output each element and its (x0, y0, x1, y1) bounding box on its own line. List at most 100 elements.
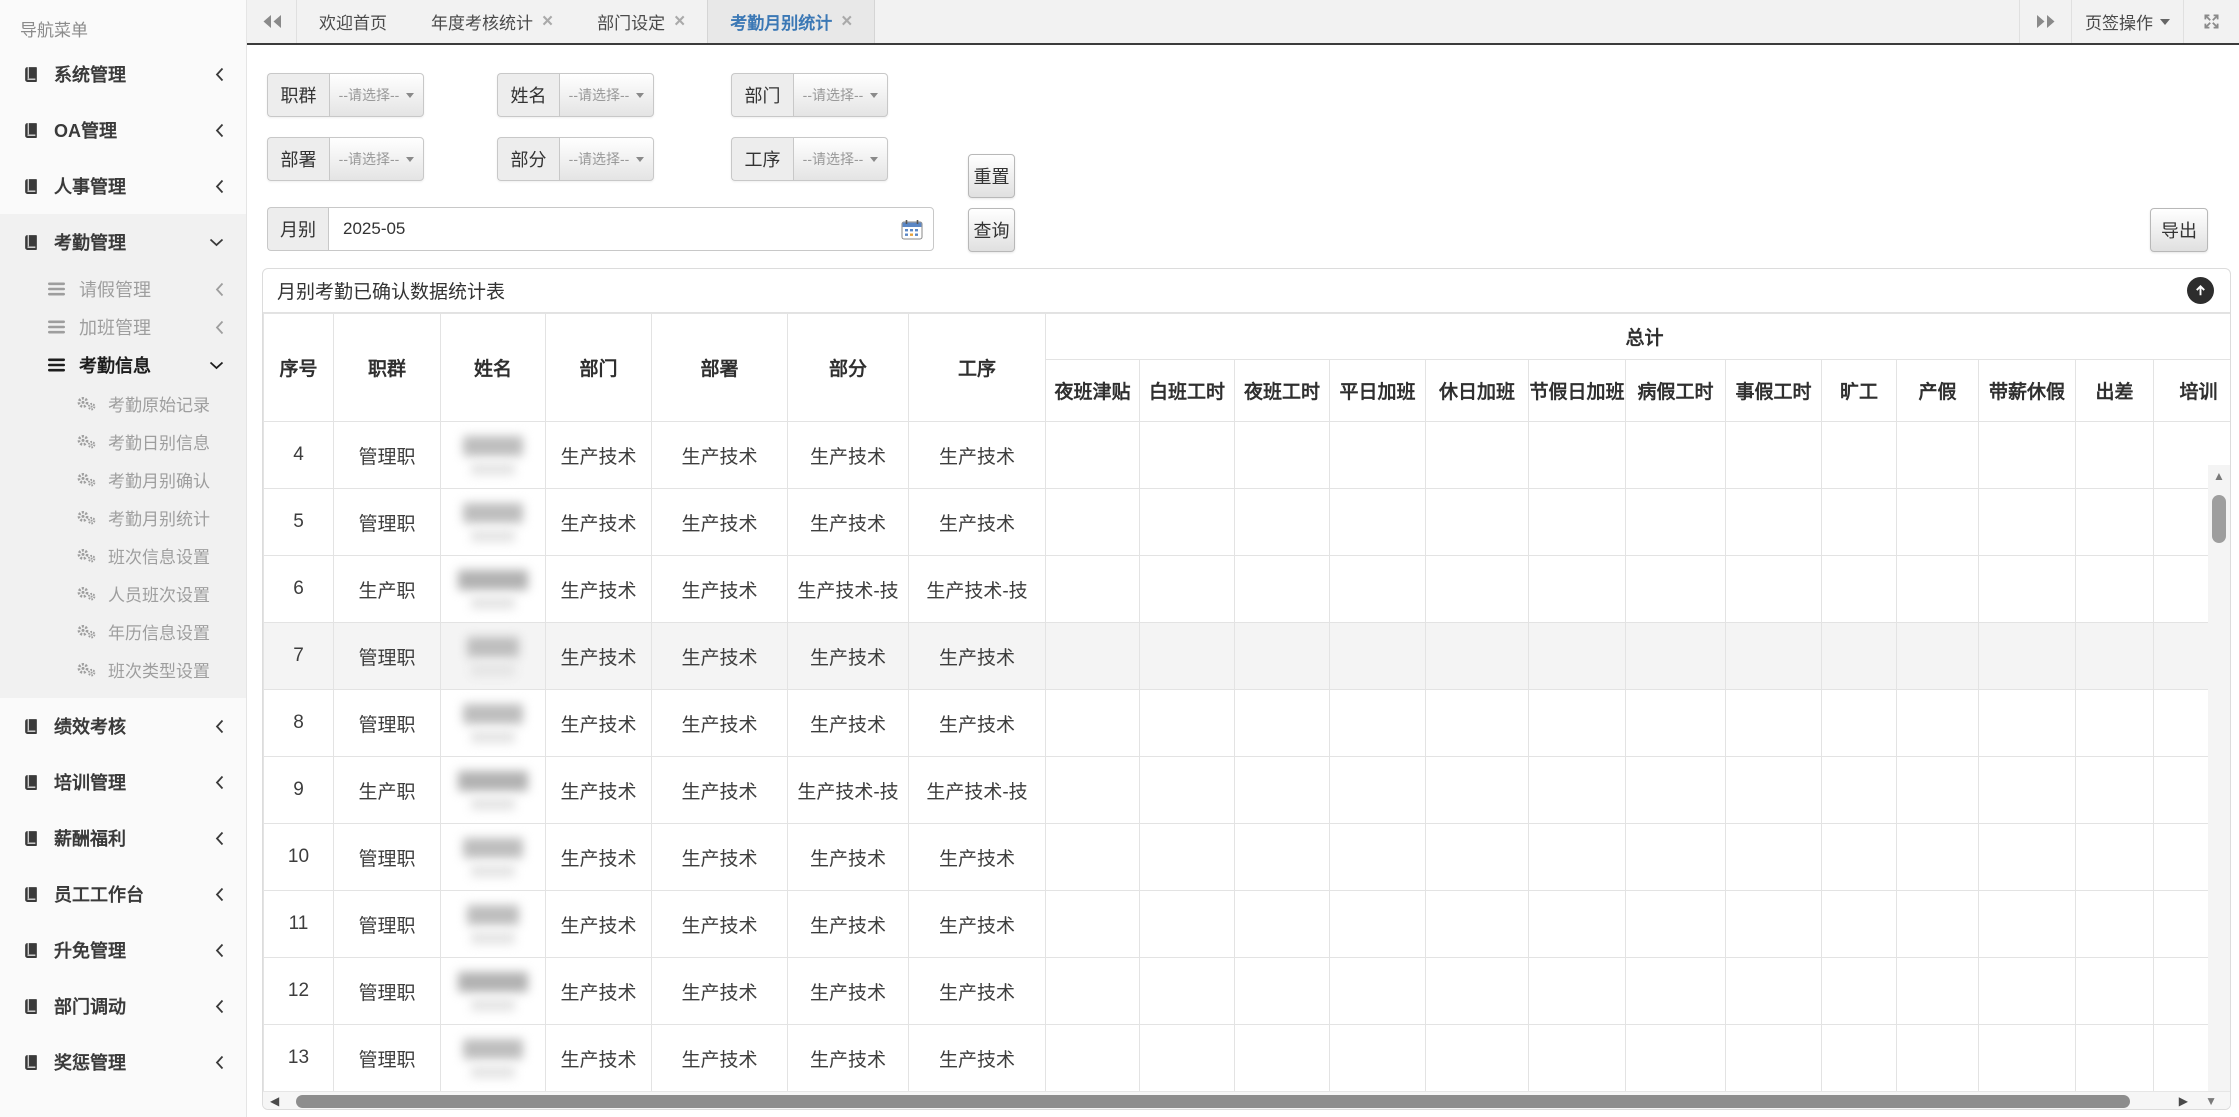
table-row[interactable]: 7管理职生产技术生产技术生产技术生产技术 (264, 623, 2231, 690)
tab[interactable]: 部门设定× (575, 0, 707, 43)
collapse-panel-button[interactable] (2187, 277, 2214, 304)
sidebar-item[interactable]: 考勤管理 (0, 214, 246, 270)
cell-process: 生产技术 (909, 958, 1046, 1025)
section-select-value: --请选择-- (569, 149, 630, 169)
cell-dept: 生产技术 (546, 891, 652, 958)
menu-icon (48, 282, 66, 296)
cell-division: 生产技术 (652, 1025, 788, 1092)
calendar-icon[interactable] (901, 219, 923, 245)
sidebar-item[interactable]: 部门调动 (0, 978, 246, 1034)
h-scrollbar[interactable]: ◀ ▶ ▼ (263, 1091, 2230, 1110)
export-button[interactable]: 导出 (2150, 208, 2208, 252)
sidebar-item[interactable]: 培训管理 (0, 754, 246, 810)
gears-icon (76, 509, 98, 525)
sidebar-item[interactable]: 班次信息设置 (0, 536, 246, 574)
cell-dept: 生产技术 (546, 824, 652, 891)
cell-stat (1140, 556, 1235, 623)
h-scroll-thumb[interactable] (296, 1095, 2130, 1108)
cell-stat (1726, 623, 1822, 690)
book-icon (22, 774, 42, 791)
book-icon (22, 886, 42, 903)
sidebar-item[interactable]: 考勤日别信息 (0, 422, 246, 460)
sidebar-item[interactable]: 人员班次设置 (0, 574, 246, 612)
book-icon (22, 718, 42, 735)
table-row[interactable]: 8管理职生产技术生产技术生产技术生产技术 (264, 690, 2231, 757)
tab[interactable]: 考勤月别统计 × (707, 0, 875, 43)
tab[interactable]: 欢迎首页 (297, 0, 409, 43)
close-icon[interactable]: × (542, 12, 553, 31)
sidebar-item[interactable]: 系统管理 (0, 46, 246, 102)
cell-job-group: 管理职 (334, 422, 441, 489)
sidebar-item[interactable]: 加班管理 (0, 308, 246, 346)
cell-stat (1822, 757, 1897, 824)
close-icon[interactable]: × (674, 12, 685, 31)
cell-process: 生产技术 (909, 623, 1046, 690)
v-scroll-thumb[interactable] (2212, 495, 2226, 543)
table-row[interactable]: 5管理职生产技术生产技术生产技术生产技术 (264, 489, 2231, 556)
cell-stat (1426, 891, 1529, 958)
sidebar-item[interactable]: 请假管理 (0, 270, 246, 308)
sidebar-item[interactable]: 班次类型设置 (0, 650, 246, 688)
sidebar-item[interactable]: OA管理 (0, 102, 246, 158)
cell-stat (2076, 958, 2154, 1025)
division-select[interactable]: --请选择-- (329, 137, 424, 181)
sidebar-item[interactable]: 考勤信息 (0, 346, 246, 384)
reset-button[interactable]: 重置 (968, 154, 1015, 198)
cell-stat (1726, 690, 1822, 757)
chevron-left-icon (215, 999, 224, 1014)
cell-stat (1529, 891, 1626, 958)
scroll-left-icon[interactable]: ◀ (270, 1094, 279, 1108)
month-field[interactable]: 2025-05 (328, 207, 934, 251)
scroll-down-icon[interactable]: ▼ (2205, 1094, 2217, 1108)
close-icon[interactable]: × (841, 12, 852, 31)
tab[interactable]: 年度考核统计× (409, 0, 575, 43)
sidebar-item[interactable]: 薪酬福利 (0, 810, 246, 866)
sidebar-item[interactable]: 升免管理 (0, 922, 246, 978)
cell-seq: 13 (264, 1025, 334, 1092)
table-row[interactable]: 4管理职生产技术生产技术生产技术生产技术 (264, 422, 2231, 489)
sub-header-cell: 节假日加班 (1529, 360, 1626, 422)
sidebar-item[interactable]: 考勤月别确认 (0, 460, 246, 498)
process-select[interactable]: --请选择-- (793, 137, 888, 181)
process-select-value: --请选择-- (803, 149, 864, 169)
cell-stat (2076, 757, 2154, 824)
sidebar-item[interactable]: 考勤原始记录 (0, 384, 246, 422)
sidebar-item[interactable]: 奖惩管理 (0, 1034, 246, 1090)
sidebar-item[interactable]: 绩效考核 (0, 698, 246, 754)
query-button[interactable]: 查询 (968, 208, 1015, 252)
table-row[interactable]: 11管理职生产技术生产技术生产技术生产技术 (264, 891, 2231, 958)
cell-seq: 8 (264, 690, 334, 757)
section-select[interactable]: --请选择-- (559, 137, 654, 181)
sidebar-item[interactable]: 员工工作台 (0, 866, 246, 922)
section-filter: 部分 --请选择-- (497, 137, 654, 181)
scroll-right-icon[interactable]: ▶ (2179, 1094, 2188, 1108)
sidebar-item[interactable]: 年历信息设置 (0, 612, 246, 650)
cell-stat (1426, 422, 1529, 489)
table-row[interactable]: 6生产职生产技术生产技术生产技术-技生产技术-技 (264, 556, 2231, 623)
fullscreen-button[interactable] (2183, 0, 2239, 43)
tab-scroll-right-button[interactable] (2019, 0, 2071, 43)
job-group-select[interactable]: --请选择-- (329, 73, 424, 117)
table-row[interactable]: 13管理职生产技术生产技术生产技术生产技术 (264, 1025, 2231, 1092)
sidebar-item[interactable]: 考勤月别统计 (0, 498, 246, 536)
tab-scroll-left-button[interactable] (247, 0, 297, 43)
tab-label: 考勤月别统计 (730, 9, 832, 34)
name-select[interactable]: --请选择-- (559, 73, 654, 117)
sidebar-item-label: 班次类型设置 (108, 657, 210, 682)
department-select[interactable]: --请选择-- (793, 73, 888, 117)
cell-stat (1529, 489, 1626, 556)
tab-operations-button[interactable]: 页签操作 (2071, 0, 2183, 43)
cell-dept: 生产技术 (546, 690, 652, 757)
v-scrollbar[interactable]: ▲ (2208, 465, 2230, 1110)
cell-stat (1330, 623, 1426, 690)
sidebar-item-label: 考勤管理 (54, 229, 126, 255)
table-row[interactable]: 12管理职生产技术生产技术生产技术生产技术 (264, 958, 2231, 1025)
sidebar-item[interactable]: 人事管理 (0, 158, 246, 214)
table-row[interactable]: 9生产职生产技术生产技术生产技术-技生产技术-技 (264, 757, 2231, 824)
cell-seq: 9 (264, 757, 334, 824)
table-row[interactable]: 10管理职生产技术生产技术生产技术生产技术 (264, 824, 2231, 891)
sidebar-item-label: 员工工作台 (54, 881, 144, 907)
cell-stat (1979, 422, 2076, 489)
book-icon (22, 178, 42, 195)
scroll-up-icon[interactable]: ▲ (2208, 469, 2230, 483)
